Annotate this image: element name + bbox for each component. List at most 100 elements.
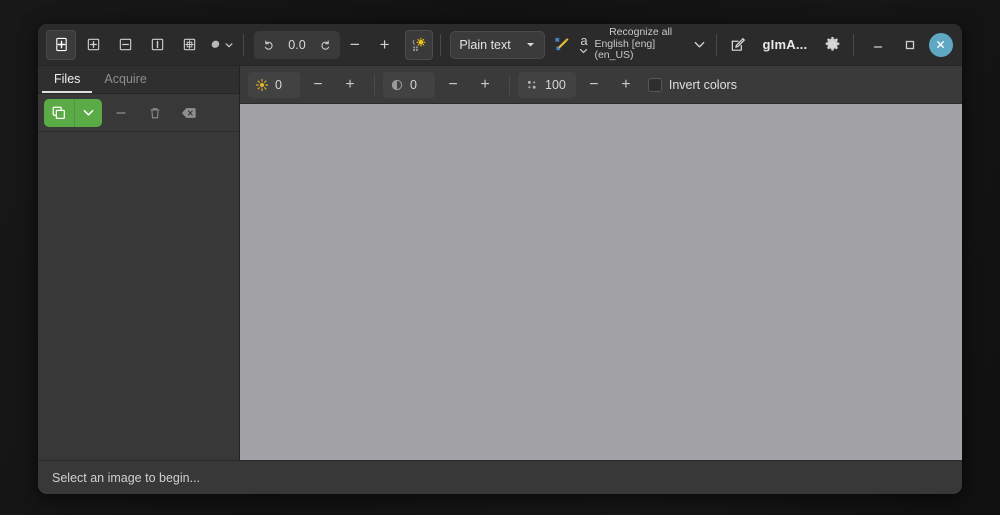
brightness-sun-icon [255, 78, 269, 92]
add-images-button[interactable] [44, 99, 74, 127]
auto-layout-button[interactable] [549, 31, 577, 59]
view-buttons-group [42, 29, 237, 60]
contrast-increase-button[interactable]: + [471, 72, 499, 98]
brightness-value: 0 [275, 77, 282, 92]
recognize-scope-label: Recognize all [609, 25, 673, 38]
maximize-button[interactable] [897, 32, 923, 58]
clear-backspace-icon [181, 106, 197, 120]
resolution-dots-icon [525, 78, 539, 92]
sidebar-tabs: Files Acquire [38, 66, 239, 94]
contrast-group: 0 − + [383, 71, 499, 98]
tab-acquire[interactable]: Acquire [92, 68, 158, 93]
brightness-increase-button[interactable]: + [336, 72, 364, 98]
recognize-language-button[interactable]: a Recognize all English [eng] (en_US) [577, 25, 709, 62]
chevron-down-icon [693, 38, 706, 51]
output-mode-label: Plain text [459, 37, 511, 52]
minus-icon: − [313, 75, 323, 93]
magic-wand-icon [554, 36, 571, 53]
blob-select-icon [208, 37, 234, 52]
toolbar-separator-2 [440, 33, 442, 56]
rotate-left-button[interactable] [256, 33, 280, 57]
image-adjust-toolbar: 0 − + 0 − + 100 − + Invert colors [240, 66, 962, 104]
minus-icon [114, 106, 128, 120]
checkbox-box[interactable] [647, 77, 662, 92]
rotation-spinner[interactable]: 0.0 [254, 30, 340, 59]
rotate-right-button[interactable] [314, 33, 338, 57]
main-pane: 0 − + 0 − + 100 − + Invert colors [240, 66, 962, 460]
zoom-out-icon [118, 37, 133, 52]
delete-image-button[interactable] [140, 99, 170, 127]
resolution-value: 100 [545, 77, 566, 92]
minus-icon: − [349, 35, 360, 54]
minimize-icon [872, 39, 884, 51]
zoom-out-button[interactable] [110, 30, 140, 60]
contrast-field[interactable]: 0 [383, 71, 435, 98]
minus-icon: − [448, 75, 458, 93]
brightness-decrease-button[interactable]: − [304, 72, 332, 98]
add-images-icon [51, 105, 67, 121]
clear-list-button[interactable] [174, 99, 204, 127]
add-images-dropdown-button[interactable] [74, 98, 102, 127]
plus-icon: + [345, 75, 355, 93]
fit-width-button[interactable] [142, 30, 172, 60]
file-list[interactable] [38, 132, 239, 460]
resolution-decrease-button[interactable]: − [580, 72, 608, 98]
page-next-button[interactable]: + [371, 31, 399, 59]
tab-files[interactable]: Files [42, 68, 93, 93]
rotation-value[interactable]: 0.0 [280, 38, 314, 52]
close-icon [935, 39, 946, 50]
resolution-group: 100 − + [518, 71, 640, 98]
add-images-button-group[interactable] [44, 98, 102, 127]
zoom-in-icon [86, 37, 101, 52]
zoom-original-button[interactable] [174, 30, 204, 60]
rotate-right-icon [319, 38, 333, 52]
zoom-in-button[interactable] [78, 30, 108, 60]
window-title: gImA... [762, 37, 808, 52]
window-controls [862, 32, 956, 58]
trash-icon [148, 106, 162, 120]
resolution-increase-button[interactable]: + [612, 72, 640, 98]
settings-button[interactable] [818, 31, 846, 59]
adjust-separator-2 [509, 74, 510, 95]
character-icon: a [579, 34, 588, 53]
application-window: 0.0 − + Plain text a Recognize all Engli… [38, 24, 962, 494]
sidebar-toolbar [38, 94, 239, 132]
invert-colors-label: Invert colors [668, 77, 737, 92]
toolbar-separator-4 [852, 33, 854, 56]
language-text: Recognize all English [eng] (en_US) [594, 25, 686, 62]
plus-icon: + [480, 75, 490, 93]
close-button[interactable] [928, 32, 953, 57]
best-fit-page-button[interactable] [46, 29, 76, 60]
sun-icon [411, 36, 428, 53]
maximize-icon [904, 39, 916, 51]
toolbar-separator-1 [243, 33, 244, 56]
minimize-button[interactable] [865, 32, 891, 58]
sidebar: Files Acquire [38, 66, 240, 460]
contrast-decrease-button[interactable]: − [439, 72, 467, 98]
contrast-icon [390, 78, 404, 92]
brightness-field[interactable]: 0 [248, 71, 300, 98]
invert-colors-checkbox[interactable]: Invert colors [647, 77, 737, 92]
remove-image-button[interactable] [106, 99, 136, 127]
adjust-separator-1 [374, 74, 375, 95]
plus-icon: + [379, 35, 390, 54]
contrast-value: 0 [410, 77, 417, 92]
brightness-group: 0 − + [248, 71, 364, 98]
plus-icon: + [621, 75, 631, 93]
minus-icon: − [589, 75, 599, 93]
fit-page-icon [54, 37, 69, 52]
recognize-language-label: English [eng] (en_US) [594, 37, 656, 62]
edit-pencil-icon [730, 37, 746, 53]
fit-width-icon [150, 37, 165, 52]
image-canvas[interactable] [240, 104, 962, 460]
page-previous-button[interactable]: − [341, 31, 369, 59]
rotate-left-icon [261, 38, 275, 52]
zoom-original-icon [182, 37, 197, 52]
output-mode-combobox[interactable]: Plain text [450, 30, 545, 59]
selection-mode-button[interactable] [206, 30, 236, 60]
image-controls-toggle[interactable] [405, 29, 434, 60]
edit-mode-button[interactable] [724, 31, 752, 59]
toolbar-separator-3 [715, 33, 717, 56]
resolution-field[interactable]: 100 [518, 71, 576, 98]
status-bar: Select an image to begin... [38, 460, 962, 494]
